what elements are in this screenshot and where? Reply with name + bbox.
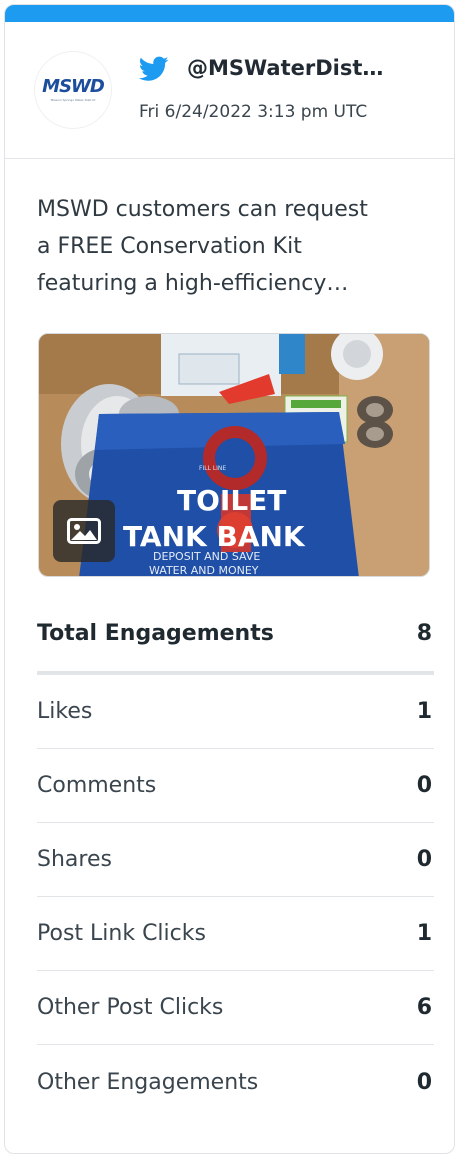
- fill-line-label: FILL LINE: [199, 465, 226, 472]
- bag-label-line3: DEPOSIT AND SAVE: [153, 550, 260, 563]
- stat-comments: Comments 0: [37, 749, 434, 823]
- stat-value: 0: [416, 773, 432, 798]
- stat-value: 1: [416, 921, 432, 946]
- bag-label-line2: TANK BANK: [123, 520, 306, 553]
- post-timestamp: Fri 6/24/2022 3:13 pm UTC: [139, 102, 368, 122]
- stat-label: Comments: [37, 773, 157, 798]
- account-handle[interactable]: @MSWaterDist…: [187, 56, 433, 80]
- stat-value: 0: [416, 847, 432, 872]
- bag-label-line1: TOILET: [177, 484, 286, 517]
- avatar[interactable]: MSWD Mission Springs Water District: [35, 52, 111, 128]
- post-header: MSWD Mission Springs Water District @MSW…: [5, 22, 454, 159]
- post-text-line: MSWD customers can request: [37, 197, 368, 222]
- stat-total-engagements: Total Engagements 8: [37, 595, 434, 675]
- engagement-stats: Total Engagements 8 Likes 1 Comments 0 S…: [37, 595, 434, 1119]
- avatar-logo-text: MSWD: [42, 76, 105, 97]
- image-icon: [67, 518, 101, 544]
- stat-label: Other Post Clicks: [37, 995, 224, 1020]
- avatar-logo-subtext: Mission Springs Water District: [50, 98, 96, 102]
- post-text-line: a FREE Conservation Kit: [37, 234, 302, 259]
- post-card[interactable]: MSWD Mission Springs Water District @MSW…: [4, 4, 455, 1154]
- stat-label: Other Engagements: [37, 1069, 259, 1095]
- post-image[interactable]: FILL LINE TOILET TANK BANK DEPOSIT AND S…: [38, 333, 430, 577]
- stat-other-engagements: Other Engagements 0: [37, 1045, 434, 1119]
- image-type-badge: [53, 500, 115, 562]
- stat-label: Post Link Clicks: [37, 921, 206, 946]
- stat-label: Shares: [37, 847, 112, 872]
- stat-value: 1: [416, 699, 432, 724]
- twitter-bird-icon: [139, 56, 169, 81]
- stat-other-post-clicks: Other Post Clicks 6: [37, 971, 434, 1045]
- network-accent-bar: [5, 5, 454, 22]
- stat-likes: Likes 1: [37, 675, 434, 749]
- stat-label: Likes: [37, 699, 93, 724]
- post-text: MSWD customers can request a FREE Conser…: [37, 191, 432, 302]
- stat-label: Total Engagements: [37, 620, 274, 646]
- stat-value: 8: [416, 620, 432, 646]
- post-text-line: featuring a high-efficiency…: [37, 271, 349, 296]
- stat-value: 0: [416, 1069, 432, 1095]
- stat-post-link-clicks: Post Link Clicks 1: [37, 897, 434, 971]
- stat-value: 6: [416, 995, 432, 1020]
- bag-label-line4: WATER AND MONEY: [149, 564, 259, 577]
- stat-shares: Shares 0: [37, 823, 434, 897]
